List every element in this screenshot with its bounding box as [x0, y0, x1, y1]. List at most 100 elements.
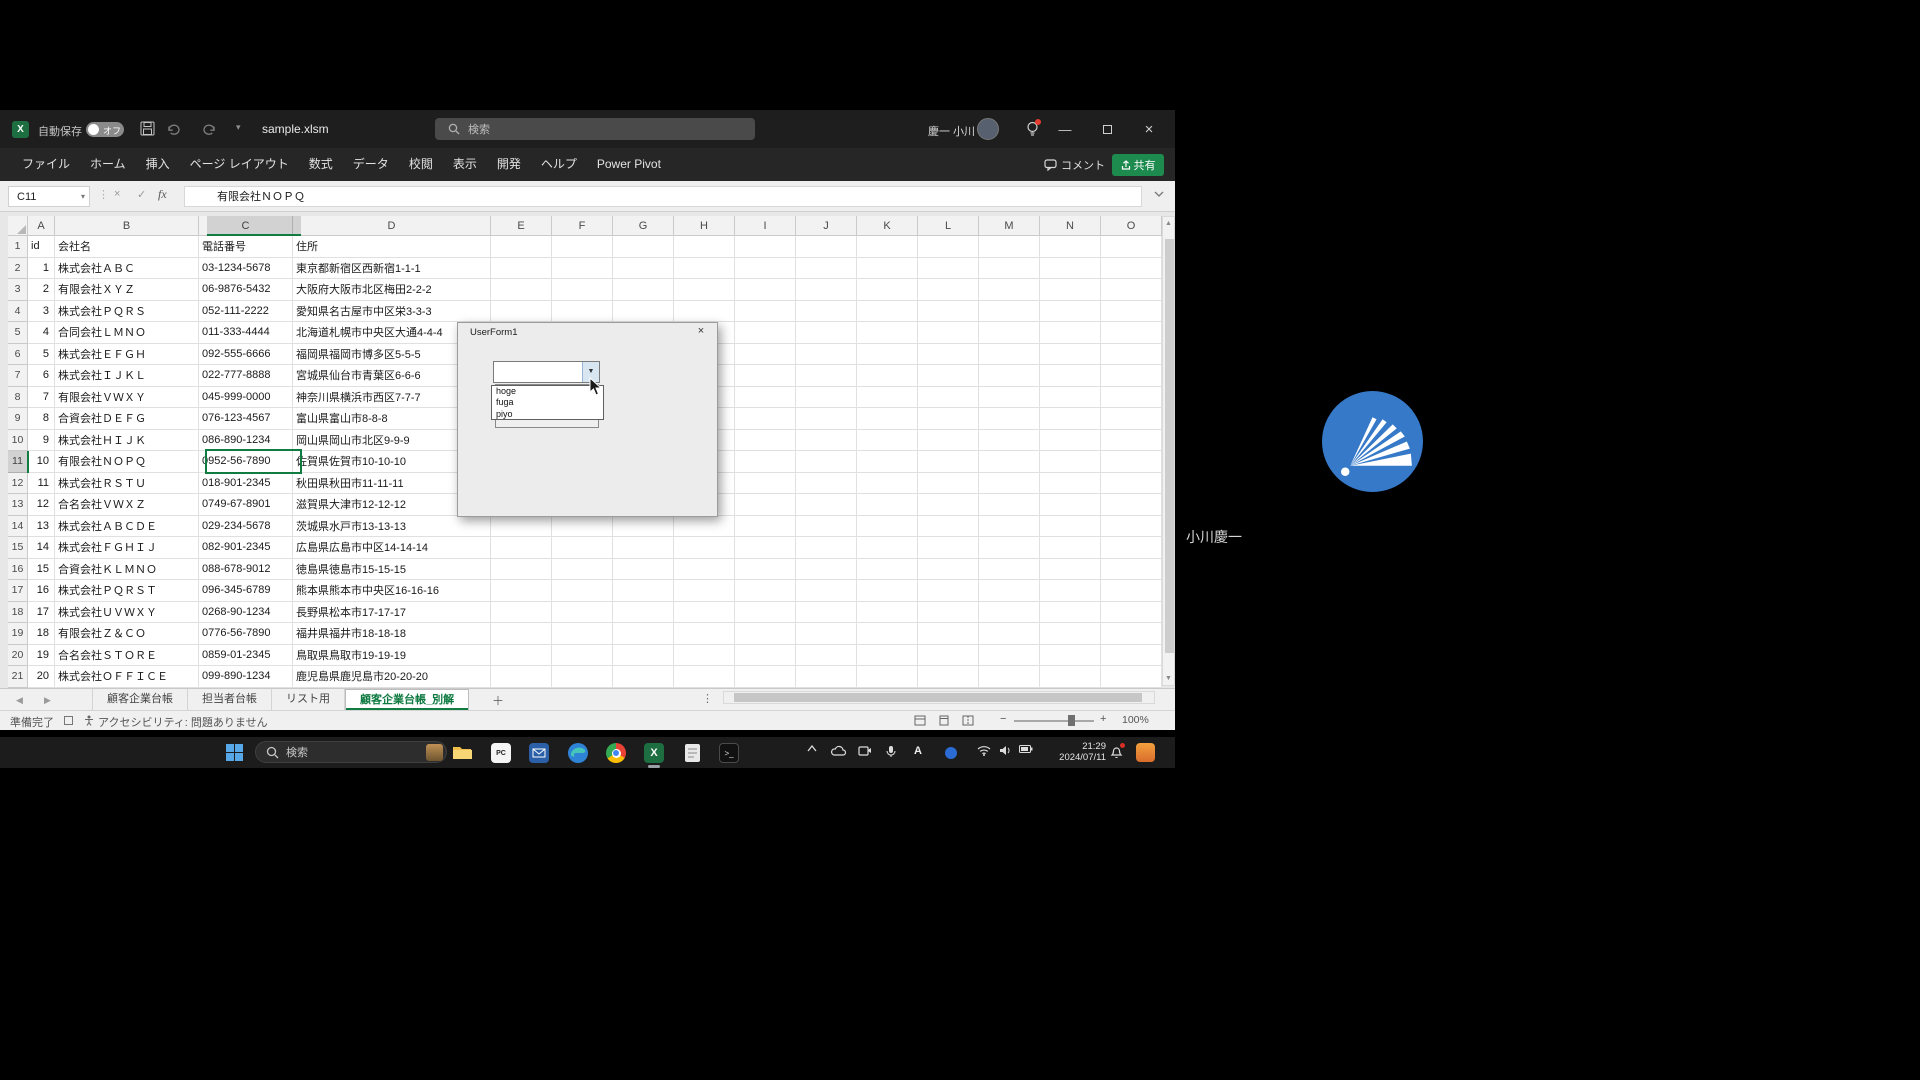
cell-empty[interactable]: [1101, 559, 1162, 581]
cell-company[interactable]: 株式会社ＦＧＨＩＪ: [55, 537, 199, 559]
cell-empty[interactable]: [796, 537, 857, 559]
cell-company[interactable]: 合同会社ＬＭＮＯ: [55, 322, 199, 344]
cell-id[interactable]: 12: [28, 494, 55, 516]
cell-empty[interactable]: [918, 301, 979, 323]
col-header-l[interactable]: L: [918, 216, 979, 236]
cell-empty[interactable]: [857, 645, 918, 667]
cell-empty[interactable]: [735, 408, 796, 430]
page-break-view-icon[interactable]: [962, 715, 974, 726]
vertical-scroll-thumb[interactable]: [1165, 239, 1174, 653]
cell-empty[interactable]: [1040, 537, 1101, 559]
cell-empty[interactable]: [1101, 645, 1162, 667]
tray-chevron-up-icon[interactable]: [807, 745, 817, 752]
cell-empty[interactable]: [979, 430, 1040, 452]
accessibility-status[interactable]: アクセシビリティ: 問題ありません: [98, 714, 268, 730]
insert-function-icon[interactable]: fx: [158, 187, 167, 202]
cell-empty[interactable]: [491, 516, 552, 538]
cell-empty[interactable]: [1040, 580, 1101, 602]
cell-empty[interactable]: [613, 516, 674, 538]
camera-icon[interactable]: [858, 745, 872, 756]
excel-app-icon[interactable]: X: [12, 121, 29, 138]
taskbar-search-box[interactable]: 検索: [255, 741, 447, 763]
cell-empty[interactable]: [1040, 666, 1101, 688]
cell-id[interactable]: 8: [28, 408, 55, 430]
col-header-d[interactable]: D: [293, 216, 491, 236]
cell-empty[interactable]: [552, 645, 613, 667]
cell-empty[interactable]: [918, 236, 979, 258]
cell-empty[interactable]: [918, 258, 979, 280]
cell-phone[interactable]: 022-777-8888: [199, 365, 293, 387]
cell-empty[interactable]: [491, 258, 552, 280]
cell-empty[interactable]: [979, 236, 1040, 258]
cell-empty[interactable]: [857, 387, 918, 409]
cell-empty[interactable]: [796, 494, 857, 516]
cell-empty[interactable]: [491, 279, 552, 301]
cell-empty[interactable]: [796, 473, 857, 495]
row-header[interactable]: 3: [8, 279, 28, 301]
cell-empty[interactable]: [552, 301, 613, 323]
cell-company[interactable]: 株式会社ＩＪＫＬ: [55, 365, 199, 387]
excel-taskbar-icon[interactable]: X: [642, 741, 666, 765]
tab-developer[interactable]: 開発: [487, 148, 531, 181]
cell-empty[interactable]: [674, 580, 735, 602]
cell-empty[interactable]: [918, 451, 979, 473]
cell-empty[interactable]: [857, 602, 918, 624]
zoom-slider-track[interactable]: [1014, 720, 1094, 722]
cell-phone[interactable]: 086-890-1234: [199, 430, 293, 452]
cell-id[interactable]: 1: [28, 258, 55, 280]
cell-id[interactable]: 17: [28, 602, 55, 624]
cell-company-header[interactable]: 会社名: [55, 236, 199, 258]
cell-empty[interactable]: [857, 559, 918, 581]
col-header-a[interactable]: A: [28, 216, 55, 236]
cell-empty[interactable]: [735, 645, 796, 667]
cell-empty[interactable]: [918, 279, 979, 301]
row-header[interactable]: 12: [8, 473, 28, 495]
cell-empty[interactable]: [735, 365, 796, 387]
cell-company[interactable]: 株式会社ＡＢＣ: [55, 258, 199, 280]
cell-empty[interactable]: [979, 258, 1040, 280]
dropdown-item[interactable]: fuga: [492, 397, 603, 408]
cell-phone[interactable]: 088-678-9012: [199, 559, 293, 581]
cell-empty[interactable]: [1040, 430, 1101, 452]
cell-empty[interactable]: [796, 279, 857, 301]
comments-button[interactable]: コメント: [1044, 154, 1105, 175]
cell-id-header[interactable]: id: [28, 236, 55, 258]
cell-empty[interactable]: [796, 322, 857, 344]
cell-id[interactable]: 5: [28, 344, 55, 366]
cell-address[interactable]: 鹿児島県鹿児島市20-20-20: [293, 666, 491, 688]
cell-company[interactable]: 株式会社ＡＢＣＤＥ: [55, 516, 199, 538]
cell-empty[interactable]: [1101, 580, 1162, 602]
row-header[interactable]: 14: [8, 516, 28, 538]
cell-empty[interactable]: [1040, 344, 1101, 366]
row-header[interactable]: 17: [8, 580, 28, 602]
cell-empty[interactable]: [613, 645, 674, 667]
cell-empty[interactable]: [491, 537, 552, 559]
select-all-corner[interactable]: [8, 216, 28, 236]
cell-empty[interactable]: [674, 279, 735, 301]
normal-view-icon[interactable]: [914, 715, 926, 726]
close-button[interactable]: ×: [1134, 110, 1164, 148]
cell-empty[interactable]: [796, 645, 857, 667]
col-header-h[interactable]: H: [674, 216, 735, 236]
cell-empty[interactable]: [979, 473, 1040, 495]
row-header[interactable]: 11: [8, 451, 28, 473]
cell-empty[interactable]: [918, 516, 979, 538]
sheet-tab-4-active[interactable]: 顧客企業台帳_別解: [345, 689, 469, 710]
tab-review[interactable]: 校閲: [399, 148, 443, 181]
cell-empty[interactable]: [857, 451, 918, 473]
cell-empty[interactable]: [857, 430, 918, 452]
cell-empty[interactable]: [979, 559, 1040, 581]
cell-empty[interactable]: [552, 236, 613, 258]
cell-empty[interactable]: [1040, 322, 1101, 344]
cell-empty[interactable]: [796, 408, 857, 430]
cell-empty[interactable]: [796, 258, 857, 280]
col-header-o[interactable]: O: [1101, 216, 1162, 236]
cell-phone[interactable]: 096-345-6789: [199, 580, 293, 602]
row-header[interactable]: 19: [8, 623, 28, 645]
cell-empty[interactable]: [613, 559, 674, 581]
cell-empty[interactable]: [1101, 602, 1162, 624]
zoom-out-button[interactable]: −: [1000, 713, 1006, 725]
cell-phone[interactable]: 045-999-0000: [199, 387, 293, 409]
cell-empty[interactable]: [857, 516, 918, 538]
cell-company[interactable]: 有限会社ＶＷＸＹ: [55, 387, 199, 409]
